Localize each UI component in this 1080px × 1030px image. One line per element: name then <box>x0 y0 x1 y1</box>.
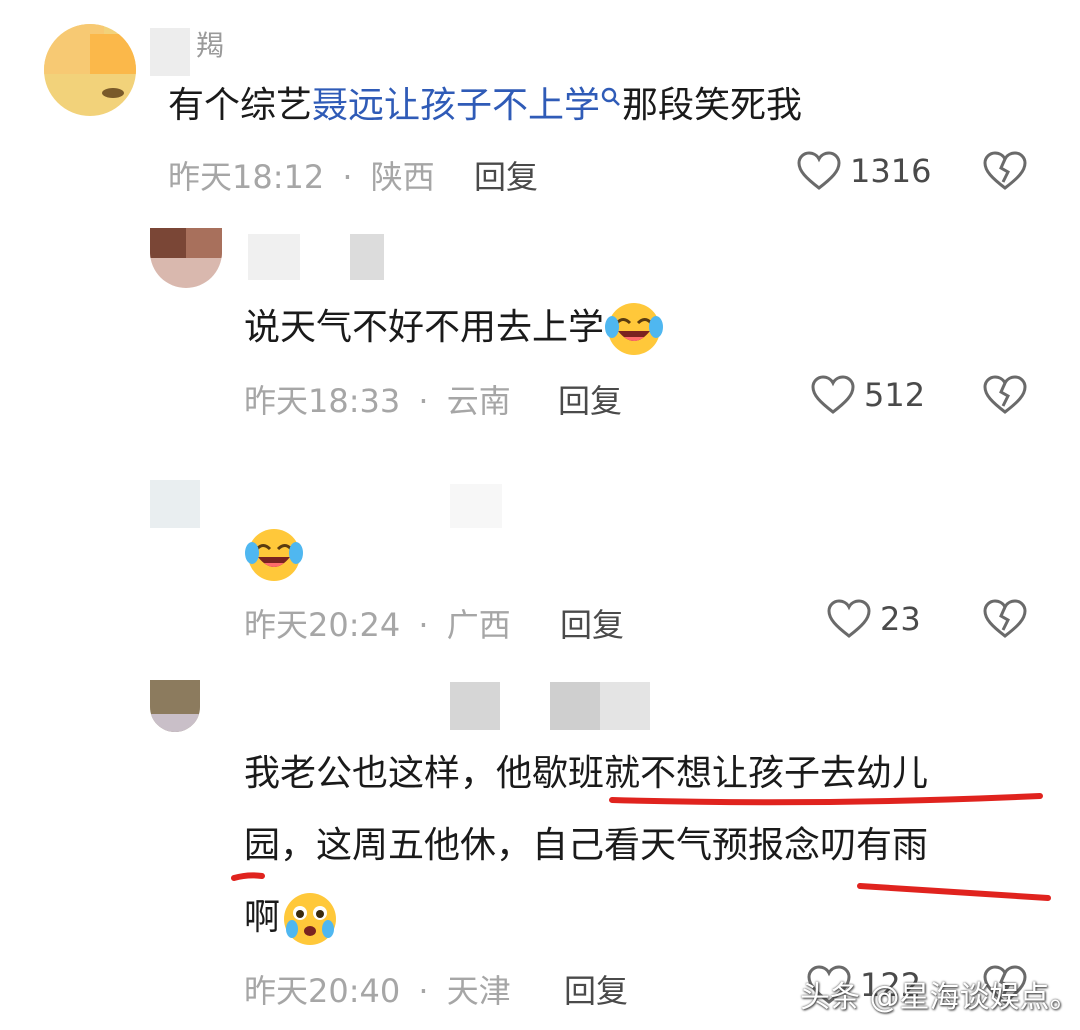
timestamp: 昨天20:40 <box>244 972 401 1010</box>
location: 天津 <box>446 972 511 1010</box>
red-underline-marks <box>231 793 1051 901</box>
separator: · <box>418 972 429 1010</box>
comment-meta: 昨天20:40 · 天津 <box>244 966 511 1012</box>
reply-button[interactable]: 回复 <box>564 966 628 1012</box>
watermark: 头条 @星海谈娱点。 <box>800 980 1080 1015</box>
